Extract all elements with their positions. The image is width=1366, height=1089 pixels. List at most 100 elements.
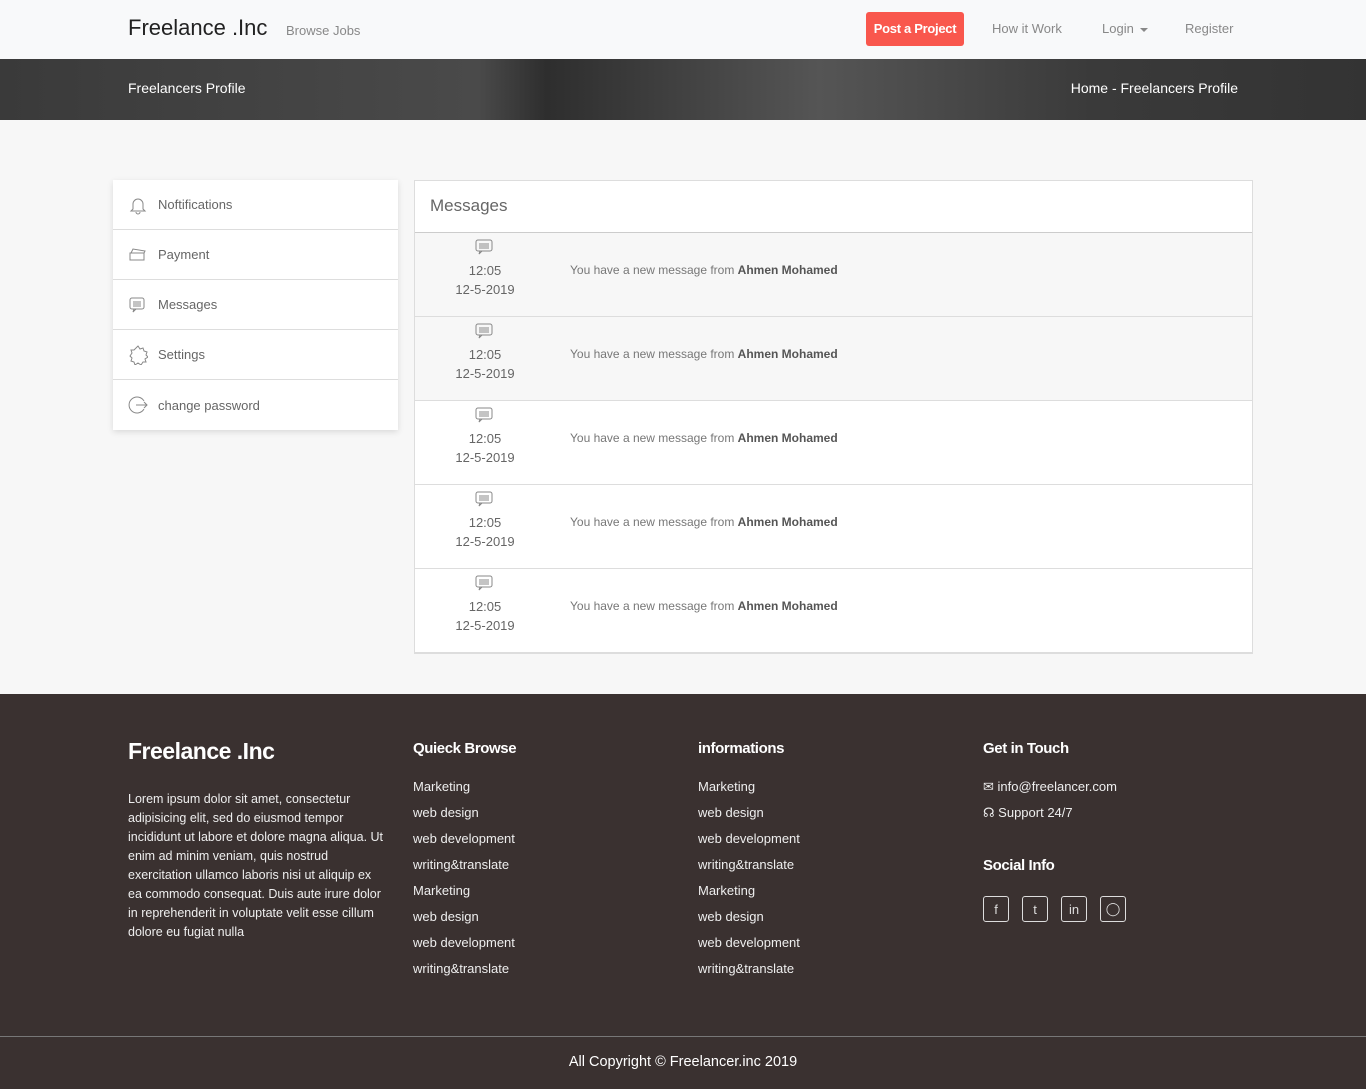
linkedin-icon[interactable]: in — [1061, 896, 1087, 922]
chat-icon — [475, 575, 493, 591]
message-body: You have a new message from — [570, 599, 738, 613]
footer-about: Lorem ipsum dolor sit amet, consectetur … — [128, 792, 384, 939]
message-row[interactable]: 12:05 12-5-2019 You have a new message f… — [415, 485, 1252, 569]
sidebar-item-change-password[interactable]: change password — [113, 380, 398, 430]
page-header: Freelancers Profile Home - Freelancers P… — [0, 59, 1366, 120]
message-text: You have a new message from Ahmen Mohame… — [570, 263, 838, 277]
message-time: 12:05 — [468, 263, 502, 278]
message-body: You have a new message from — [570, 515, 738, 529]
message-sender: Ahmen Mohamed — [737, 515, 838, 529]
sidebar-item-label: Settings — [158, 347, 205, 362]
footer-link[interactable]: writing&translate — [413, 857, 516, 883]
message-row[interactable]: 12:05 12-5-2019 You have a new message f… — [415, 233, 1252, 317]
gear-icon — [129, 344, 148, 365]
headset-icon: ☊ — [983, 805, 995, 820]
footer-logo: Freelance .Inc — [128, 738, 275, 764]
message-time: 12:05 — [468, 599, 502, 614]
wallet-icon — [129, 247, 146, 260]
message-sender: Ahmen Mohamed — [737, 431, 838, 445]
bell-icon — [129, 198, 147, 214]
brand-logo[interactable]: Freelance .Inc — [128, 15, 267, 41]
chat-icon — [129, 297, 145, 312]
get-in-touch-column: Get in Touch ✉ info@freelancer.com ☊ Sup… — [983, 740, 1126, 922]
facebook-icon[interactable]: f — [983, 896, 1009, 922]
message-body: You have a new message from — [570, 263, 738, 277]
footer-link[interactable]: web development — [413, 831, 516, 857]
sidebar-item-label: Payment — [158, 247, 210, 262]
sidebar-item-label: Noftifications — [158, 197, 233, 212]
footer-link[interactable]: web design — [413, 805, 516, 831]
login-label: Login — [1102, 21, 1134, 36]
navbar: Freelance .Inc Browse Jobs Post a Projec… — [0, 0, 1366, 59]
sidebar: Noftifications Payment Messages Settings… — [113, 180, 398, 430]
login-dropdown[interactable]: Login — [1102, 21, 1148, 36]
message-sender: Ahmen Mohamed — [737, 263, 838, 277]
chat-icon — [475, 491, 493, 507]
message-date: 12-5-2019 — [455, 534, 515, 549]
footer-link[interactable]: web development — [698, 935, 800, 961]
caret-down-icon — [1139, 27, 1148, 32]
message-date: 12-5-2019 — [455, 618, 515, 633]
quick-browse-title: Quieck Browse — [413, 740, 517, 757]
sidebar-item-settings[interactable]: Settings — [113, 330, 398, 380]
messages-panel: Messages 12:05 12-5-2019 You have a new … — [414, 180, 1253, 654]
support-text: Support 24/7 — [998, 805, 1073, 820]
footer-link[interactable]: web design — [698, 805, 800, 831]
mail-icon: ✉ — [983, 779, 994, 794]
footer: Freelance .Inc Lorem ipsum dolor sit ame… — [0, 694, 1366, 1089]
footer-link[interactable]: Marketing — [698, 779, 800, 805]
quick-browse-column: Quieck Browse Marketing web design web dev… — [413, 740, 517, 987]
chat-icon — [475, 323, 493, 339]
message-date: 12-5-2019 — [455, 282, 515, 297]
footer-link[interactable]: Marketing — [698, 883, 800, 909]
social-info-title: Social Info — [983, 857, 1055, 874]
message-date: 12-5-2019 — [455, 450, 515, 465]
message-sender: Ahmen Mohamed — [737, 347, 838, 361]
sidebar-item-label: change password — [158, 397, 260, 413]
message-date: 12-5-2019 — [455, 366, 515, 381]
message-text: You have a new message from Ahmen Mohame… — [570, 599, 838, 613]
footer-link[interactable]: web design — [413, 909, 516, 935]
message-row[interactable]: 12:05 12-5-2019 You have a new message f… — [415, 317, 1252, 401]
footer-link[interactable]: Marketing — [413, 883, 516, 909]
post-project-button[interactable]: Post a Project — [866, 12, 964, 46]
email-link[interactable]: ✉ info@freelancer.com — [983, 779, 1126, 805]
footer-link[interactable]: writing&translate — [413, 961, 516, 987]
informations-column: informations Marketing web design web deve… — [698, 740, 800, 987]
footer-link[interactable]: web design — [698, 909, 800, 935]
breadcrumb[interactable]: Home - Freelancers Profile — [1071, 80, 1238, 96]
chat-icon — [475, 239, 493, 255]
support-link[interactable]: ☊ Support 24/7 — [983, 805, 1126, 831]
email-text: info@freelancer.com — [997, 779, 1117, 794]
browse-jobs-link[interactable]: Browse Jobs — [286, 23, 360, 38]
page-title: Freelancers Profile — [128, 80, 246, 96]
sidebar-item-messages[interactable]: Messages — [113, 280, 398, 330]
message-row[interactable]: 12:05 12-5-2019 You have a new message f… — [415, 401, 1252, 485]
message-time: 12:05 — [468, 347, 502, 362]
footer-link[interactable]: web development — [698, 831, 800, 857]
message-row[interactable]: 12:05 12-5-2019 You have a new message f… — [415, 569, 1252, 653]
instagram-icon[interactable]: ◯ — [1100, 896, 1126, 922]
message-text: You have a new message from Ahmen Mohame… — [570, 515, 838, 529]
message-time: 12:05 — [468, 515, 502, 530]
message-text: You have a new message from Ahmen Mohame… — [570, 431, 838, 445]
message-body: You have a new message from — [570, 347, 738, 361]
footer-link[interactable]: Marketing — [413, 779, 516, 805]
sidebar-item-payment[interactable]: Payment — [113, 230, 398, 280]
register-link[interactable]: Register — [1185, 21, 1233, 36]
get-in-touch-title: Get in Touch — [983, 740, 1069, 757]
sidebar-item-label: Messages — [158, 297, 218, 312]
message-time: 12:05 — [468, 431, 502, 446]
message-sender: Ahmen Mohamed — [737, 599, 838, 613]
message-text: You have a new message from Ahmen Mohame… — [570, 347, 838, 361]
footer-link[interactable]: writing&translate — [698, 961, 800, 987]
footer-divider — [0, 1036, 1366, 1037]
logout-icon — [128, 396, 148, 414]
footer-link[interactable]: web development — [413, 935, 516, 961]
how-it-work-link[interactable]: How it Work — [992, 21, 1062, 36]
twitter-icon[interactable]: t — [1022, 896, 1048, 922]
message-body: You have a new message from — [570, 431, 738, 445]
sidebar-item-notifications[interactable]: Noftifications — [113, 180, 398, 230]
chat-icon — [475, 407, 493, 423]
footer-link[interactable]: writing&translate — [698, 857, 800, 883]
